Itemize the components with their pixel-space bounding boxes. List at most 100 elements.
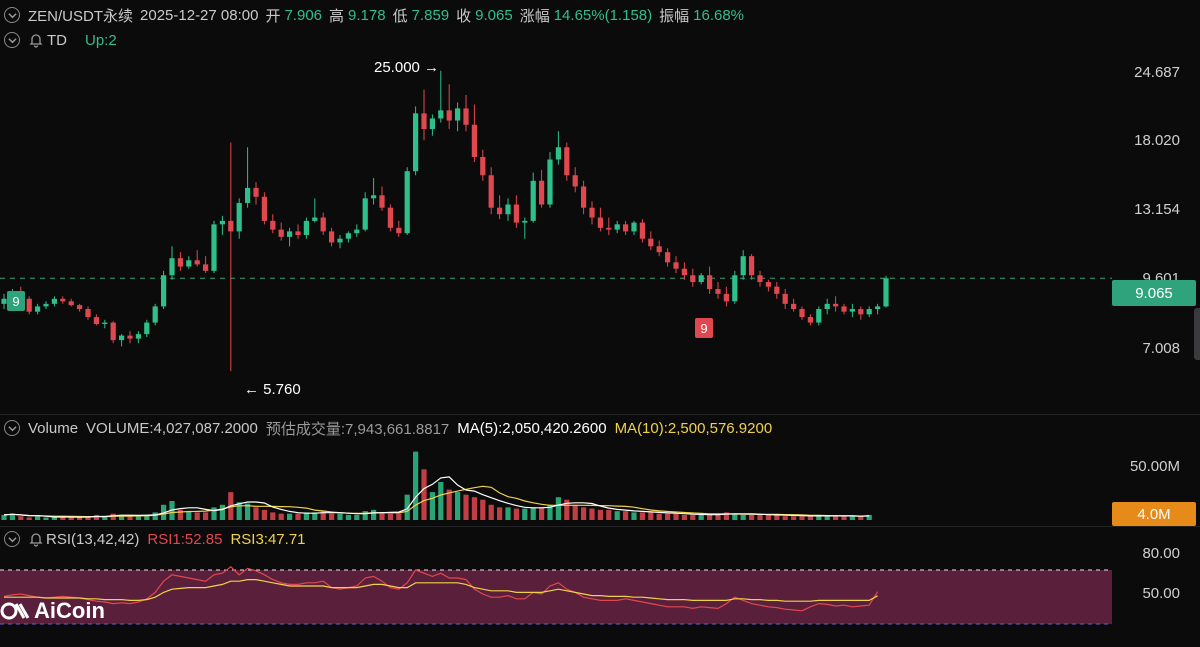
candle-body bbox=[488, 175, 494, 208]
td-marker-top: 9 bbox=[7, 291, 25, 311]
candle-body bbox=[85, 309, 91, 318]
volume-bar bbox=[278, 513, 284, 520]
candle-body bbox=[194, 260, 200, 265]
volume-chart[interactable] bbox=[0, 440, 1112, 524]
candle-body bbox=[606, 227, 612, 230]
candle-body bbox=[648, 238, 654, 247]
candle-body bbox=[858, 309, 864, 315]
volume-bar bbox=[412, 451, 419, 520]
volume-title[interactable]: Volume bbox=[28, 420, 78, 437]
rsi-title[interactable]: RSI(13,42,42) bbox=[46, 531, 139, 548]
rsi-tick: 50.00 bbox=[1142, 585, 1180, 602]
candle-body bbox=[421, 113, 427, 130]
candle-body bbox=[354, 229, 360, 234]
volume-bar bbox=[580, 507, 587, 520]
candle-body bbox=[43, 303, 49, 307]
rsi-tick: 80.00 bbox=[1142, 545, 1180, 562]
volume-bar bbox=[295, 513, 301, 520]
candle-body bbox=[538, 180, 545, 205]
volume-bar bbox=[186, 511, 192, 520]
volume-bar bbox=[555, 497, 562, 520]
pane-divider[interactable] bbox=[0, 526, 1200, 527]
candle-body bbox=[438, 110, 444, 119]
candle-body bbox=[303, 220, 310, 236]
candle-body bbox=[93, 317, 100, 324]
candle-body bbox=[816, 309, 822, 323]
volume-ma5: MA(5):2,050,420.2600 bbox=[457, 419, 607, 437]
price-chart[interactable] bbox=[0, 0, 1112, 412]
volume-bar bbox=[454, 492, 461, 520]
td-marker-bottom: 9 bbox=[695, 318, 713, 338]
candle-body bbox=[76, 305, 83, 310]
candle-body bbox=[782, 293, 788, 304]
panel-resize-handle[interactable] bbox=[1194, 308, 1200, 360]
candle-body bbox=[471, 124, 478, 157]
candle-body bbox=[807, 317, 814, 323]
candle-body bbox=[547, 159, 553, 205]
candle-body bbox=[211, 224, 217, 271]
volume-bar bbox=[396, 513, 402, 520]
volume-estimate: 预估成交量:7,943,661.8817 bbox=[265, 420, 450, 438]
volume-bar bbox=[631, 512, 637, 520]
candle-body bbox=[832, 303, 839, 307]
candle-body bbox=[841, 306, 847, 312]
candle-body bbox=[690, 275, 696, 283]
candle-body bbox=[723, 293, 730, 302]
candle-body bbox=[463, 108, 469, 125]
candle-body bbox=[530, 180, 536, 221]
volume-bar bbox=[480, 499, 486, 520]
rsi-chart[interactable] bbox=[0, 550, 1112, 640]
volume-bar bbox=[799, 516, 805, 520]
candle-body bbox=[404, 171, 410, 234]
candle-body bbox=[144, 322, 150, 335]
volume-bar bbox=[832, 516, 839, 520]
volume-bar bbox=[18, 516, 24, 520]
volume-bar bbox=[757, 514, 763, 520]
candle-body bbox=[564, 147, 570, 176]
pane-divider[interactable] bbox=[0, 414, 1200, 415]
candle-body bbox=[715, 289, 721, 294]
rsi1-value: RSI1:52.85 bbox=[147, 530, 223, 548]
volume-bar bbox=[135, 516, 142, 520]
volume-bar bbox=[211, 507, 217, 520]
price-tick: 24.687 bbox=[1134, 64, 1180, 81]
candle-body bbox=[253, 187, 259, 197]
volume-bar bbox=[748, 514, 755, 520]
candle-body bbox=[228, 220, 234, 232]
volume-bar bbox=[656, 513, 662, 520]
candle-body bbox=[799, 309, 805, 318]
candle-body bbox=[874, 306, 881, 310]
chevron-down-icon[interactable] bbox=[4, 420, 20, 436]
candle-body bbox=[169, 258, 175, 276]
volume-bar bbox=[286, 513, 293, 520]
candle-body bbox=[656, 246, 662, 253]
candle-body bbox=[345, 233, 352, 239]
candle-body bbox=[622, 224, 629, 232]
volume-bar bbox=[513, 508, 520, 520]
volume-bar bbox=[664, 513, 671, 520]
volume-bar bbox=[345, 514, 352, 520]
candle-body bbox=[732, 275, 738, 302]
volume-bar bbox=[152, 512, 158, 520]
volume-bar bbox=[807, 516, 814, 520]
aicoin-logo-mark bbox=[0, 602, 30, 620]
volume-bar bbox=[236, 502, 242, 520]
candle-body bbox=[412, 113, 419, 172]
volume-bar bbox=[438, 482, 444, 520]
current-volume-tag: 4.0M bbox=[1112, 502, 1196, 526]
candle-body bbox=[765, 282, 772, 287]
aicoin-logo-text: AiCoin bbox=[34, 598, 105, 623]
volume-bar bbox=[328, 513, 335, 520]
chevron-down-icon[interactable] bbox=[4, 531, 20, 547]
candle-body bbox=[681, 268, 688, 276]
candle-body bbox=[261, 196, 268, 221]
volume-bar bbox=[362, 511, 368, 520]
volume-bar bbox=[26, 517, 32, 520]
bell-icon[interactable] bbox=[28, 531, 44, 547]
candle-body bbox=[387, 207, 394, 228]
volume-bar bbox=[782, 516, 788, 520]
volume-bar bbox=[530, 507, 536, 520]
volume-bar bbox=[34, 516, 41, 520]
candle-body bbox=[866, 309, 872, 315]
volume-bar bbox=[219, 504, 226, 520]
